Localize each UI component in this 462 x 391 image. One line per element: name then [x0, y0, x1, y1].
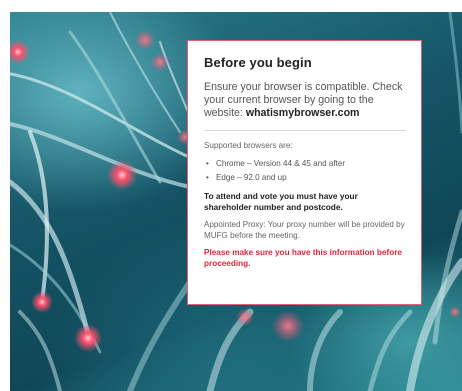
bullet-dot-icon: • [206, 173, 209, 182]
modal-title: Before you begin [204, 55, 312, 70]
warning-text: Please make sure you have this informati… [204, 248, 402, 268]
supported-browsers-label: Supported browsers are: [204, 141, 293, 150]
page: Before you begin Ensure your browser is … [0, 0, 462, 391]
attend-vote-requirement: To attend and vote you must have your sh… [204, 191, 358, 212]
website-link[interactable]: whatismybrowser.com [246, 107, 360, 119]
browser-edge: Edge – 92.0 and up [216, 173, 287, 182]
divider [204, 130, 406, 131]
browser-chrome: Chrome – Version 44 & 45 and after [216, 159, 346, 168]
list-item: • Edge – 92.0 and up [204, 171, 406, 185]
browser-compatibility-intro: Ensure your browser is compatible. Check… [204, 81, 406, 120]
proxy-note: Appointed Proxy: Your proxy number will … [204, 220, 405, 240]
list-item: • Chrome – Version 44 & 45 and after [204, 157, 406, 171]
before-you-begin-modal: Before you begin Ensure your browser is … [187, 40, 422, 305]
supported-browsers-list: • Chrome – Version 44 & 45 and after • E… [204, 157, 406, 185]
bullet-dot-icon: • [206, 159, 209, 168]
